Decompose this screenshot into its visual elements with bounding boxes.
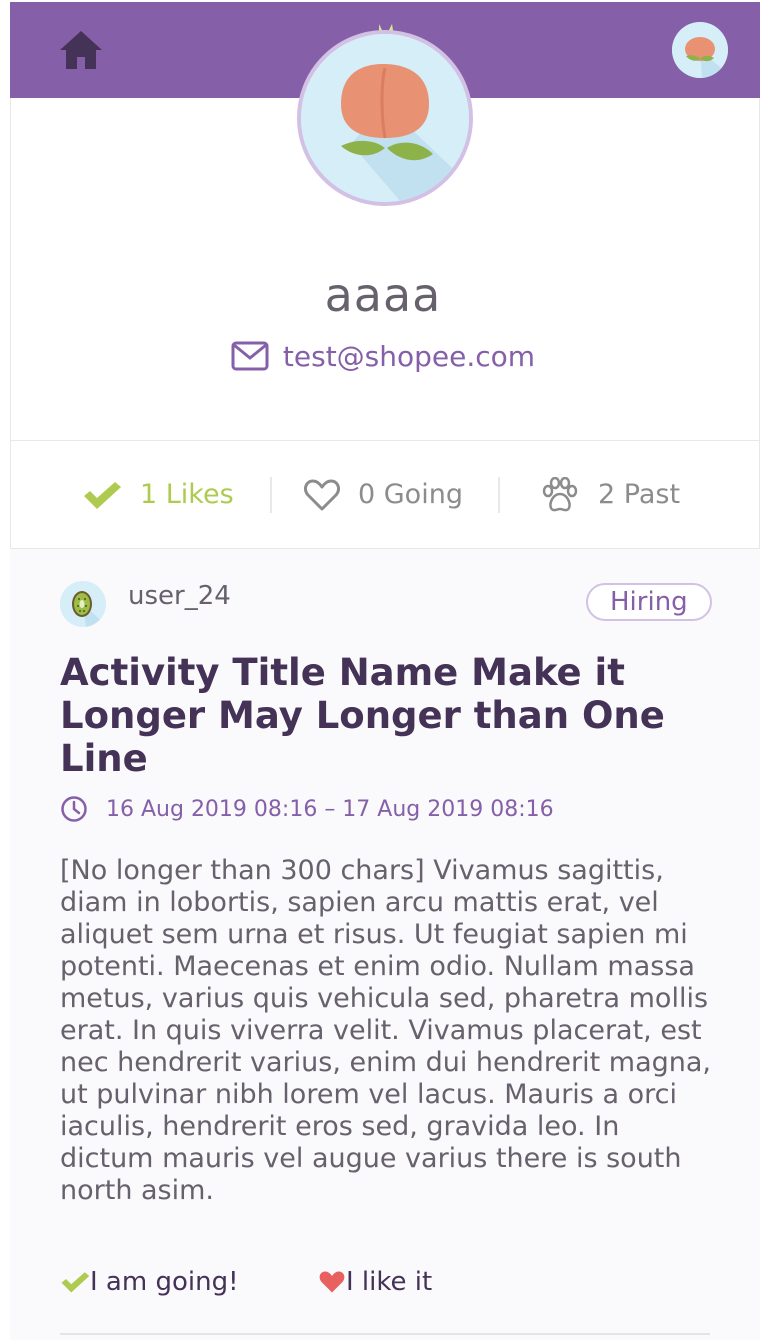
activity-card[interactable]: user_24 Hiring Activity Title Name Make … <box>10 549 760 1340</box>
going-label: I am going! <box>90 1267 239 1297</box>
tab-likes[interactable]: 1 Likes <box>82 441 234 548</box>
kiwi-avatar-icon <box>60 581 106 627</box>
paw-icon <box>542 476 578 511</box>
activity-title[interactable]: Activity Title Name Make it Longer May L… <box>60 651 700 780</box>
profile-avatar <box>297 30 473 206</box>
activity-time: 16 Aug 2019 08:16 – 17 Aug 2019 08:16 <box>60 795 554 823</box>
check-icon <box>84 481 121 509</box>
like-label: I like it <box>346 1267 433 1297</box>
heart-outline-icon <box>304 479 340 510</box>
profile-header: aaaa test@shopee.com <box>0 0 766 440</box>
app-screen: aaaa test@shopee.com 1 Likes 0 Going 2 P… <box>0 0 766 1340</box>
check-icon <box>61 1272 90 1293</box>
like-button[interactable]: I like it <box>318 1267 432 1297</box>
tab-past-label: 2 Past <box>598 479 681 510</box>
mail-icon <box>231 341 269 371</box>
tab-separator <box>270 477 272 513</box>
activity-user-avatar[interactable] <box>60 581 106 627</box>
heart-icon <box>319 1271 345 1293</box>
email-text[interactable]: test@shopee.com <box>283 340 535 373</box>
profile-email: test@shopee.com <box>0 340 766 373</box>
peach-avatar-icon <box>301 34 469 202</box>
activity-actions: I am going! I like it <box>60 1267 720 1301</box>
tab-separator <box>498 477 500 513</box>
clock-icon <box>61 796 87 822</box>
activity-username[interactable]: user_24 <box>128 581 231 611</box>
card-bottom-divider <box>60 1333 710 1335</box>
tab-past[interactable]: 2 Past <box>540 441 680 548</box>
activity-description: [No longer than 300 chars] Vivamus sagit… <box>60 855 712 1206</box>
tab-going[interactable]: 0 Going <box>304 441 463 548</box>
activity-time-text: 16 Aug 2019 08:16 – 17 Aug 2019 08:16 <box>106 796 554 822</box>
stats-tabs: 1 Likes 0 Going 2 Past <box>10 441 760 548</box>
channel-tag[interactable]: Hiring <box>586 583 712 621</box>
going-button[interactable]: I am going! <box>60 1267 239 1297</box>
profile-username: aaaa <box>324 268 442 322</box>
tab-likes-label: 1 Likes <box>140 479 234 510</box>
tab-going-label: 0 Going <box>358 479 463 510</box>
